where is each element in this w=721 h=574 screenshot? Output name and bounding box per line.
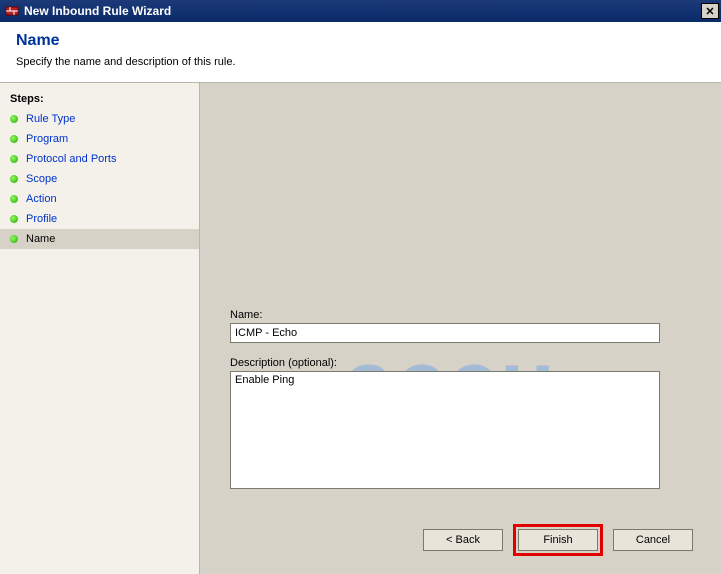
firewall-icon [4, 3, 20, 19]
step-program[interactable]: Program [0, 129, 199, 149]
step-label: Scope [26, 173, 189, 185]
finish-highlight: Finish [513, 524, 603, 556]
page-title: Name [16, 32, 705, 50]
finish-button[interactable]: Finish [518, 529, 598, 551]
wizard-body: Steps: Rule Type Program Protocol and Po… [0, 83, 721, 574]
step-profile[interactable]: Profile [0, 209, 199, 229]
description-row: Description (optional): Enable Ping [230, 357, 691, 492]
bullet-icon [10, 135, 18, 143]
close-button[interactable]: ✕ [701, 3, 719, 19]
step-label: Rule Type [26, 113, 189, 125]
step-name[interactable]: Name [0, 229, 199, 249]
step-label: Name [26, 233, 189, 245]
back-button[interactable]: < Back [423, 529, 503, 551]
title-bar: New Inbound Rule Wizard ✕ [0, 0, 721, 22]
window-title: New Inbound Rule Wizard [24, 4, 701, 18]
content-pane: accu web hosting Name: Description (opti… [200, 83, 721, 574]
step-action[interactable]: Action [0, 189, 199, 209]
bullet-icon [10, 115, 18, 123]
step-label: Profile [26, 213, 189, 225]
bullet-icon [10, 235, 18, 243]
step-label: Action [26, 193, 189, 205]
step-label: Program [26, 133, 189, 145]
bullet-icon [10, 195, 18, 203]
steps-heading: Steps: [0, 89, 199, 109]
bullet-icon [10, 155, 18, 163]
bullet-icon [10, 175, 18, 183]
step-protocol-ports[interactable]: Protocol and Ports [0, 149, 199, 169]
wizard-header: Name Specify the name and description of… [0, 22, 721, 83]
steps-sidebar: Steps: Rule Type Program Protocol and Po… [0, 83, 200, 574]
name-label: Name: [230, 309, 691, 321]
cancel-button[interactable]: Cancel [613, 529, 693, 551]
page-subtitle: Specify the name and description of this… [16, 56, 705, 68]
step-scope[interactable]: Scope [0, 169, 199, 189]
name-input[interactable] [230, 323, 660, 343]
bullet-icon [10, 215, 18, 223]
description-label: Description (optional): [230, 357, 691, 369]
step-label: Protocol and Ports [26, 153, 189, 165]
step-rule-type[interactable]: Rule Type [0, 109, 199, 129]
wizard-button-row: < Back Finish Cancel [423, 524, 693, 556]
name-row: Name: [230, 309, 691, 343]
close-icon: ✕ [705, 5, 714, 18]
description-input[interactable]: Enable Ping [230, 371, 660, 489]
